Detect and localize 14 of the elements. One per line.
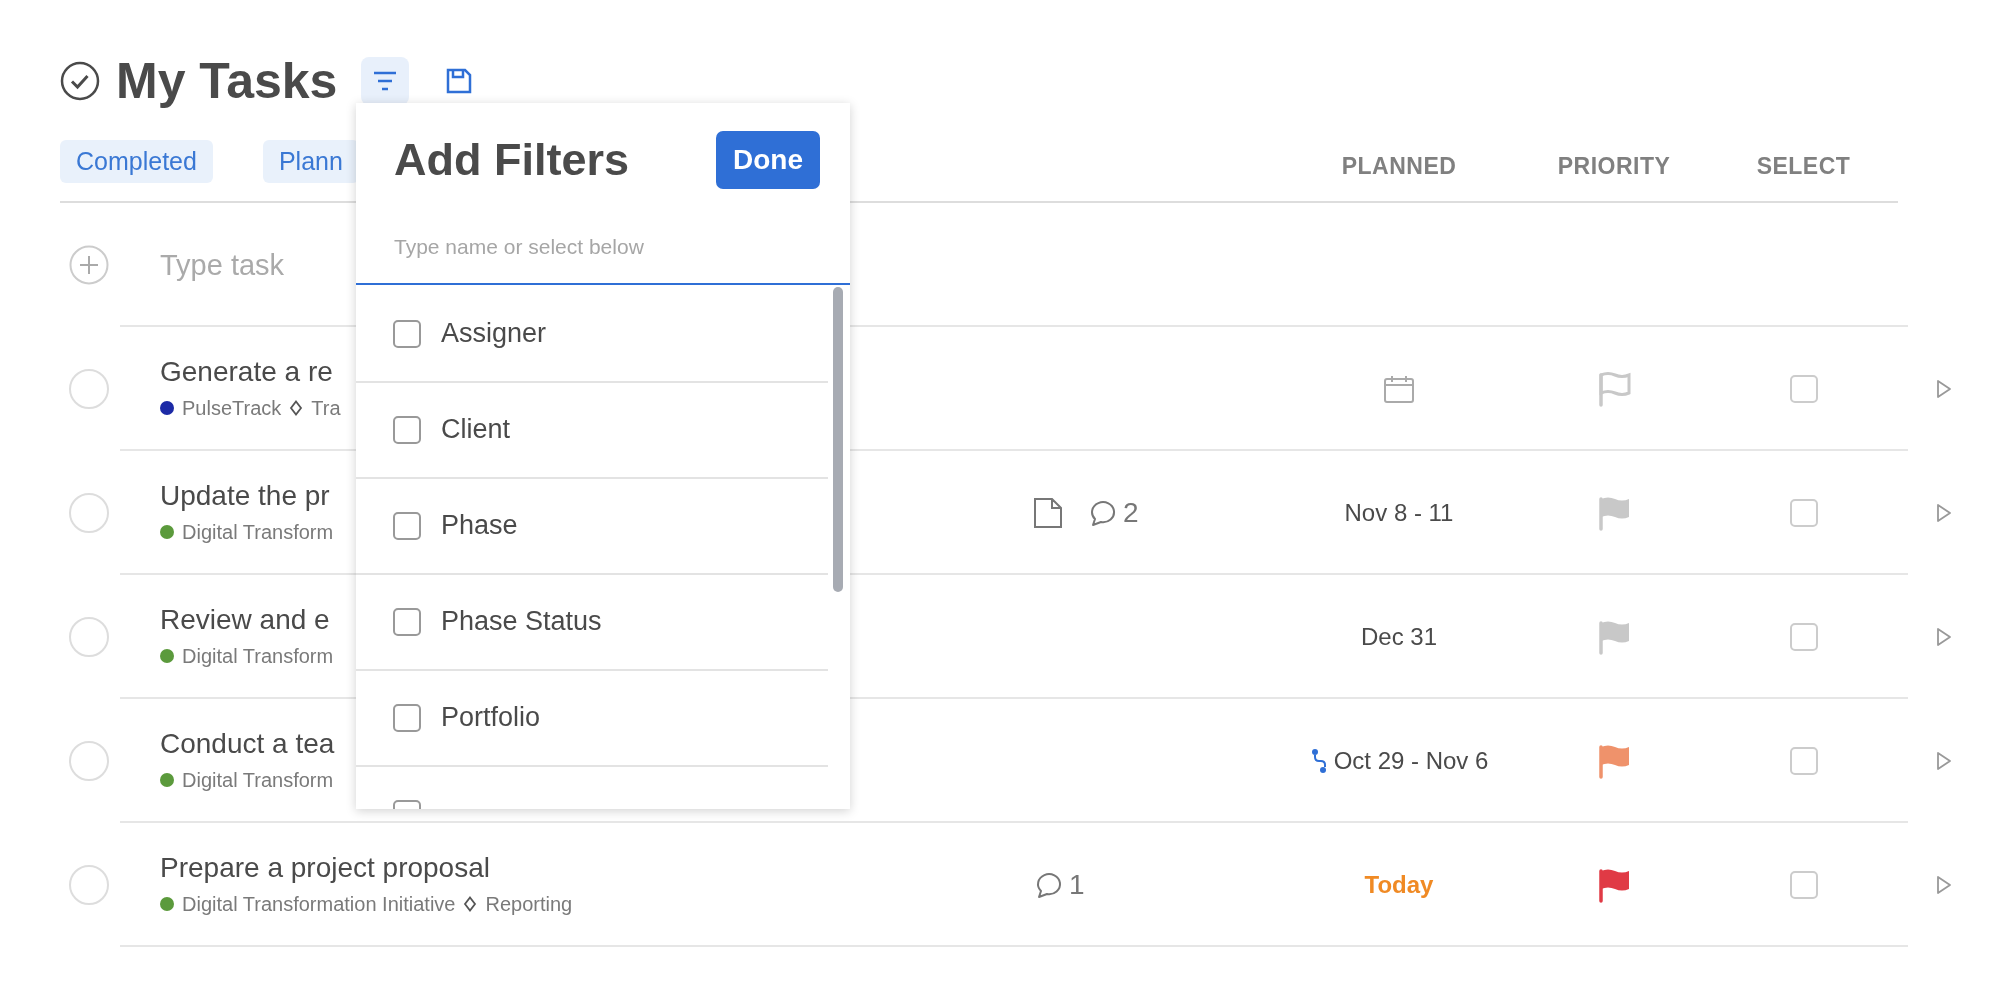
section-name: Reporting xyxy=(485,892,573,918)
page-title: My Tasks xyxy=(116,56,338,106)
project-name: Digital Transform xyxy=(182,520,334,546)
popup-title: Add Filters xyxy=(394,135,630,185)
project-name: PulseTrack xyxy=(182,396,282,422)
comment-count: 2 xyxy=(1123,496,1139,531)
column-header: PRIORITY xyxy=(1556,151,1672,181)
project-name: Digital Transformation Initiative xyxy=(182,892,456,918)
column-header: PLANNED xyxy=(1340,151,1458,181)
section-name: Tra xyxy=(311,396,341,422)
comment-count: 1 xyxy=(1069,868,1085,903)
project-name: Digital Transform xyxy=(182,768,334,794)
column-header: SELECT xyxy=(1755,151,1852,181)
project-name: Digital Transform xyxy=(182,644,334,670)
